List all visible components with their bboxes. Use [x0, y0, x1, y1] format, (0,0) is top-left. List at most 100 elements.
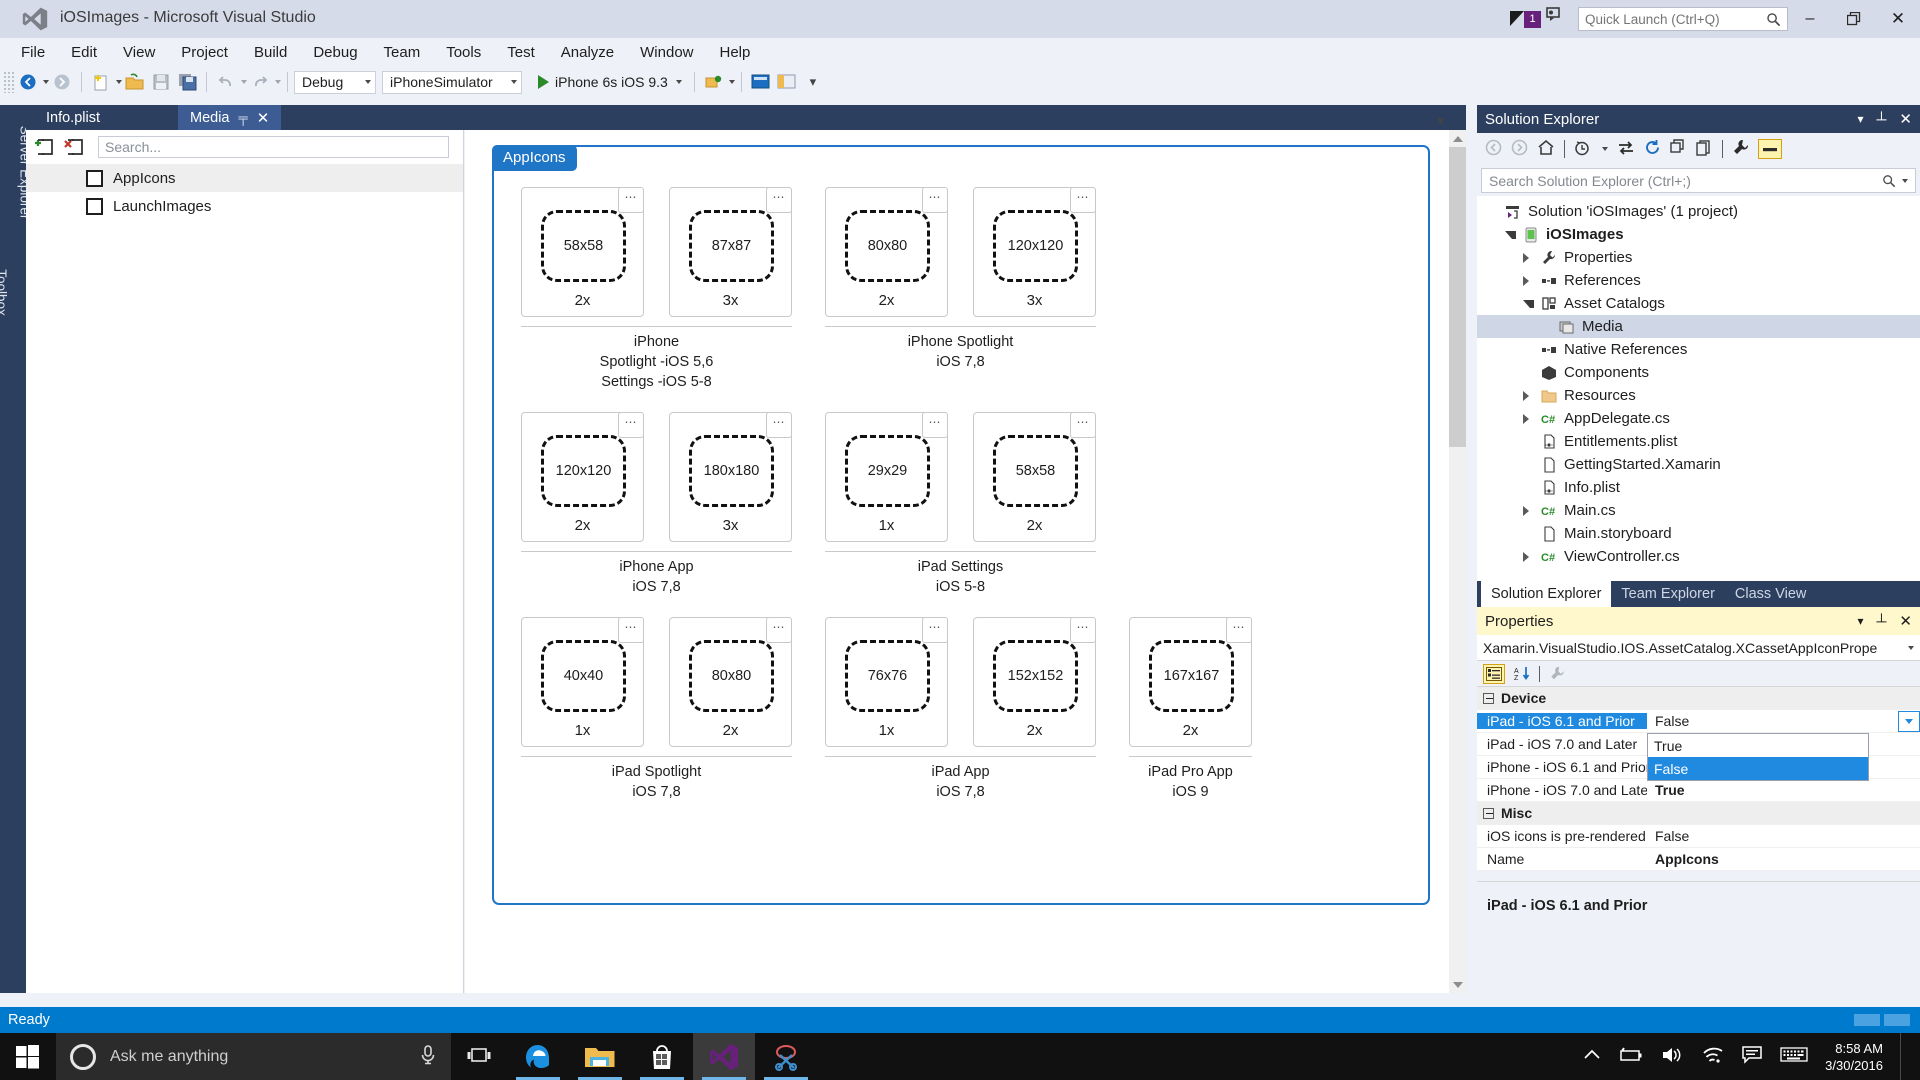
- show-hidden-icons-chevron-icon[interactable]: [1583, 1048, 1601, 1065]
- restore-button[interactable]: [1832, 0, 1876, 38]
- cortana-search-box[interactable]: Ask me anything: [56, 1033, 451, 1080]
- solution-tree-node[interactable]: References: [1477, 269, 1920, 292]
- collapse-all-icon[interactable]: [1670, 138, 1687, 160]
- property-pages-button[interactable]: [1546, 664, 1568, 684]
- remove-image-set-button[interactable]: [62, 135, 88, 159]
- redo-dropdown-icon[interactable]: [275, 80, 281, 84]
- close-tab-icon[interactable]: ✕: [257, 109, 270, 127]
- icon-slot[interactable]: ⋯ 40x40 1x: [521, 617, 644, 747]
- taskbar-file-explorer-icon[interactable]: [569, 1033, 631, 1080]
- menu-view[interactable]: View: [110, 41, 168, 64]
- touch-keyboard-icon[interactable]: [1780, 1046, 1808, 1067]
- solution-tree-node[interactable]: Media: [1477, 315, 1920, 338]
- icon-drop-target[interactable]: 40x40: [541, 640, 626, 712]
- icon-slot-menu-button[interactable]: ⋯: [618, 187, 644, 213]
- icon-slot-menu-button[interactable]: ⋯: [618, 617, 644, 643]
- chevron-right-icon[interactable]: [1523, 275, 1534, 286]
- image-set-item[interactable]: LaunchImages: [26, 192, 463, 220]
- tab-media[interactable]: Media ╤ ✕: [178, 105, 282, 130]
- chevron-right-icon[interactable]: [1523, 252, 1534, 263]
- solution-tree-node[interactable]: C# AppDelegate.cs: [1477, 407, 1920, 430]
- properties-wrench-icon[interactable]: [1732, 139, 1749, 160]
- refresh-icon[interactable]: [1644, 139, 1661, 160]
- wifi-icon[interactable]: [1702, 1046, 1724, 1068]
- icon-slot[interactable]: ⋯ 180x180 3x: [669, 412, 792, 542]
- icon-slot[interactable]: ⋯ 120x120 2x: [521, 412, 644, 542]
- solution-tree-node[interactable]: iOSImages: [1477, 223, 1920, 246]
- undo-button[interactable]: [213, 69, 239, 95]
- notifications-icon[interactable]: [1544, 6, 1572, 32]
- solution-tree-node[interactable]: GettingStarted.Xamarin: [1477, 453, 1920, 476]
- property-row[interactable]: iPad - iOS 6.1 and Prior False True False: [1477, 710, 1920, 781]
- icon-drop-target[interactable]: 87x87: [689, 210, 774, 282]
- navigate-forward-icon[interactable]: [1511, 139, 1528, 160]
- split-view-button[interactable]: [774, 69, 800, 95]
- chevron-right-icon[interactable]: [1523, 390, 1534, 401]
- close-pane-icon[interactable]: ✕: [1899, 612, 1912, 630]
- solution-tree-node[interactable]: Properties: [1477, 246, 1920, 269]
- chevron-down-icon[interactable]: [511, 80, 517, 84]
- toolbar-grip[interactable]: [3, 71, 15, 93]
- dock-tab-team-explorer[interactable]: Team Explorer: [1611, 581, 1724, 607]
- preview-selected-items-icon[interactable]: [1758, 139, 1782, 159]
- property-row[interactable]: Name AppIcons: [1477, 848, 1920, 871]
- icon-drop-target[interactable]: 152x152: [993, 640, 1078, 712]
- menu-test[interactable]: Test: [494, 41, 548, 64]
- icon-slot-menu-button[interactable]: ⋯: [1070, 617, 1096, 643]
- icon-drop-target[interactable]: 58x58: [541, 210, 626, 282]
- checkbox[interactable]: [86, 197, 103, 215]
- icon-drop-target[interactable]: 80x80: [845, 210, 930, 282]
- media-search-box[interactable]: Search...: [98, 136, 449, 158]
- battery-icon[interactable]: [1618, 1047, 1644, 1067]
- solution-tree-node[interactable]: Solution 'iOSImages' (1 project): [1477, 200, 1920, 223]
- property-category[interactable]: Misc: [1477, 802, 1920, 825]
- menu-edit[interactable]: Edit: [58, 41, 110, 64]
- navigate-forward-button[interactable]: [49, 69, 75, 95]
- collapse-icon[interactable]: [1483, 692, 1494, 704]
- scroll-down-button[interactable]: [1449, 976, 1466, 993]
- chevron-down-icon[interactable]: [1908, 645, 1914, 650]
- show-all-files-icon[interactable]: [1696, 139, 1713, 160]
- dock-tab-class-view[interactable]: Class View: [1725, 581, 1816, 607]
- solution-tree-node[interactable]: Components: [1477, 361, 1920, 384]
- save-button[interactable]: [148, 69, 174, 95]
- icon-slot-menu-button[interactable]: ⋯: [1070, 187, 1096, 213]
- icon-slot[interactable]: ⋯ 76x76 1x: [825, 617, 948, 747]
- property-value[interactable]: True: [1647, 782, 1920, 798]
- solution-platform-combo[interactable]: iPhoneSimulator: [382, 70, 522, 94]
- solution-tree-node[interactable]: Info.plist: [1477, 476, 1920, 499]
- attach-to-process-button[interactable]: [701, 69, 727, 95]
- dock-tab-solution-explorer[interactable]: Solution Explorer: [1481, 581, 1612, 607]
- icon-slot-menu-button[interactable]: ⋯: [766, 187, 792, 213]
- start-button[interactable]: [0, 1033, 56, 1080]
- pending-changes-filter-icon[interactable]: [1574, 139, 1591, 160]
- tab-info-plist[interactable]: Info.plist: [34, 105, 112, 130]
- property-value[interactable]: False: [1647, 713, 1920, 729]
- dropdown-option[interactable]: False: [1648, 757, 1868, 780]
- icon-drop-target[interactable]: 76x76: [845, 640, 930, 712]
- icon-slot[interactable]: ⋯ 87x87 3x: [669, 187, 792, 317]
- icon-drop-target[interactable]: 120x120: [993, 210, 1078, 282]
- chevron-down-icon[interactable]: [365, 80, 371, 84]
- property-row[interactable]: iPhone - iOS 7.0 and Later True: [1477, 779, 1920, 802]
- icon-slot-menu-button[interactable]: ⋯: [922, 187, 948, 213]
- collapse-icon[interactable]: [1483, 807, 1494, 819]
- menu-analyze[interactable]: Analyze: [548, 41, 627, 64]
- open-file-button[interactable]: [122, 69, 148, 95]
- microphone-icon[interactable]: [419, 1044, 437, 1070]
- icon-slot[interactable]: ⋯ 120x120 3x: [973, 187, 1096, 317]
- icon-drop-target[interactable]: 58x58: [993, 435, 1078, 507]
- solution-tree-node[interactable]: C# Main.cs: [1477, 499, 1920, 522]
- icon-drop-target[interactable]: 167x167: [1149, 640, 1234, 712]
- designer-surface-button[interactable]: [748, 69, 774, 95]
- menu-project[interactable]: Project: [168, 41, 241, 64]
- icon-slot[interactable]: ⋯ 152x152 2x: [973, 617, 1096, 747]
- icon-slot-menu-button[interactable]: ⋯: [766, 412, 792, 438]
- checkbox[interactable]: [86, 169, 103, 187]
- solution-tree-node[interactable]: Main.storyboard: [1477, 522, 1920, 545]
- search-options-dropdown-icon[interactable]: [1902, 178, 1908, 183]
- sync-with-active-document-icon[interactable]: [1617, 139, 1635, 160]
- icon-drop-target[interactable]: 80x80: [689, 640, 774, 712]
- taskbar-edge-icon[interactable]: [507, 1033, 569, 1080]
- taskbar-clock[interactable]: 8:58 AM 3/30/2016: [1825, 1040, 1883, 1074]
